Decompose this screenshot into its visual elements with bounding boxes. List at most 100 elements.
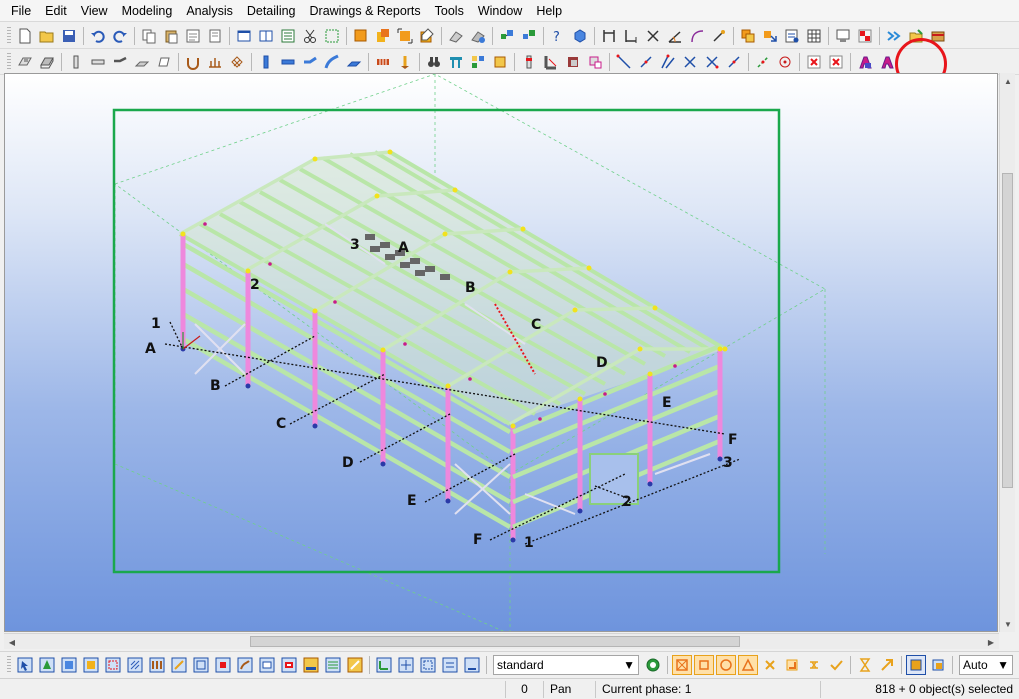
construction-circle-icon[interactable] <box>724 52 744 72</box>
contour-icon[interactable] <box>154 52 174 72</box>
menu-window[interactable]: Window <box>471 0 529 22</box>
properties-icon[interactable] <box>278 26 298 46</box>
snap-free-icon[interactable] <box>738 654 758 675</box>
select-filter-icon[interactable] <box>147 655 167 675</box>
dimension-icon[interactable] <box>621 26 641 46</box>
select-group-icon[interactable] <box>125 655 145 675</box>
horizontal-scrollbar[interactable]: ◀ ▶ <box>4 633 999 649</box>
construction-line-icon[interactable] <box>702 52 722 72</box>
snap-check-icon[interactable] <box>826 655 846 675</box>
arc-tool-icon[interactable] <box>658 52 678 72</box>
point-icon[interactable] <box>687 26 707 46</box>
select-component-icon[interactable] <box>191 655 211 675</box>
toolbar-grip[interactable] <box>7 655 11 674</box>
menu-file[interactable]: File <box>4 0 38 22</box>
fit-icon[interactable] <box>395 26 415 46</box>
column-icon[interactable] <box>66 52 86 72</box>
orthogonal-beam-icon[interactable] <box>322 52 342 72</box>
arrows-icon[interactable] <box>884 26 904 46</box>
twin-icon[interactable] <box>132 52 152 72</box>
frame-icon[interactable] <box>468 52 488 72</box>
angle-icon[interactable] <box>643 26 663 46</box>
create-assembly-icon[interactable] <box>855 52 875 72</box>
select-weld-icon[interactable] <box>169 655 189 675</box>
pad-icon[interactable] <box>344 52 364 72</box>
target-icon[interactable] <box>775 52 795 72</box>
snap-center-icon[interactable] <box>418 655 438 675</box>
help-icon[interactable]: ? <box>548 26 568 46</box>
select-sketch-icon[interactable] <box>374 655 394 675</box>
copy-special-icon[interactable] <box>183 26 203 46</box>
building-model[interactable] <box>179 149 728 543</box>
menu-detailing[interactable]: Detailing <box>240 0 303 22</box>
snap-end-icon[interactable] <box>396 655 416 675</box>
filter-settings-icon[interactable] <box>643 655 663 675</box>
snap-mid-icon[interactable] <box>440 655 460 675</box>
snap-override-icon[interactable] <box>804 655 824 675</box>
filter-icon[interactable] <box>738 26 758 46</box>
weld-icon[interactable] <box>205 52 225 72</box>
vertical-scroll-thumb[interactable] <box>1002 173 1013 488</box>
snap-mode-select[interactable]: Auto ▼ <box>959 654 1013 675</box>
edit-icon[interactable] <box>417 26 437 46</box>
clash-icon[interactable] <box>760 26 780 46</box>
menu-view[interactable]: View <box>74 0 115 22</box>
snap-geometry-icon[interactable] <box>782 655 802 675</box>
new-icon[interactable] <box>15 26 35 46</box>
paste-icon[interactable] <box>161 26 181 46</box>
concrete-column-icon[interactable] <box>256 52 276 72</box>
select-point-icon[interactable] <box>81 655 101 675</box>
arc-icon[interactable] <box>665 26 685 46</box>
rebar-tool-icon[interactable] <box>395 52 415 72</box>
binoculars-icon[interactable] <box>424 52 444 72</box>
menu-tools[interactable]: Tools <box>428 0 471 22</box>
mesh-icon[interactable] <box>227 52 247 72</box>
select-surface-icon[interactable] <box>59 655 79 675</box>
select-connection-icon[interactable] <box>213 655 233 675</box>
fitting-icon[interactable] <box>519 52 539 72</box>
create-cast-unit-icon[interactable] <box>877 52 897 72</box>
snap-perpendicular-icon[interactable] <box>672 654 692 675</box>
select-area-icon[interactable] <box>322 26 342 46</box>
delete-icon[interactable] <box>804 52 824 72</box>
view-icon[interactable] <box>570 26 590 46</box>
menu-analysis[interactable]: Analysis <box>179 0 240 22</box>
select-part-icon[interactable] <box>37 655 57 675</box>
export-icon[interactable] <box>833 26 853 46</box>
save-icon[interactable] <box>59 26 79 46</box>
select-bolt-icon[interactable] <box>323 655 343 675</box>
curved-beam-icon[interactable] <box>300 52 320 72</box>
point-tool-icon[interactable] <box>614 52 634 72</box>
model-check-icon[interactable] <box>519 26 539 46</box>
select-detail-icon[interactable] <box>235 655 255 675</box>
select-line-icon[interactable] <box>103 655 123 675</box>
snap-line-icon[interactable] <box>694 654 714 675</box>
snap-nearest-icon[interactable] <box>716 654 736 675</box>
zoom-in-icon[interactable] <box>446 26 466 46</box>
scroll-left-arrow[interactable]: ◀ <box>4 634 20 650</box>
hourglass-icon[interactable] <box>855 655 875 675</box>
circle-tool-icon[interactable] <box>680 52 700 72</box>
vertical-scrollbar[interactable]: ▲ ▼ <box>999 73 1015 632</box>
select-assembly-icon[interactable] <box>279 655 299 675</box>
bolt-icon[interactable] <box>183 52 203 72</box>
select-drawing-icon[interactable] <box>345 655 365 675</box>
snap-reference-icon[interactable] <box>760 655 780 675</box>
snap-icon[interactable] <box>497 26 517 46</box>
menu-modeling[interactable]: Modeling <box>115 0 180 22</box>
render-solid-icon[interactable] <box>906 654 926 675</box>
line-cut-icon[interactable] <box>563 52 583 72</box>
open-icon[interactable] <box>37 26 57 46</box>
zoom-out-icon[interactable] <box>468 26 488 46</box>
part-icon[interactable] <box>351 26 371 46</box>
chamfer-icon[interactable] <box>541 52 561 72</box>
horizontal-scroll-thumb[interactable] <box>250 636 740 647</box>
model-canvas[interactable]: 1 A B C D E F F 3 3 A B C D E 2 1 2 <box>5 74 998 632</box>
scroll-down-arrow[interactable]: ▼ <box>1000 616 1016 632</box>
import-icon[interactable] <box>855 26 875 46</box>
concrete-beam-icon[interactable] <box>278 52 298 72</box>
menu-edit[interactable]: Edit <box>38 0 74 22</box>
model-view[interactable]: 1 A B C D E F F 3 3 A B C D E 2 1 2 <box>4 73 998 632</box>
plate-icon[interactable] <box>15 52 35 72</box>
toolbar-grip[interactable] <box>7 26 11 45</box>
